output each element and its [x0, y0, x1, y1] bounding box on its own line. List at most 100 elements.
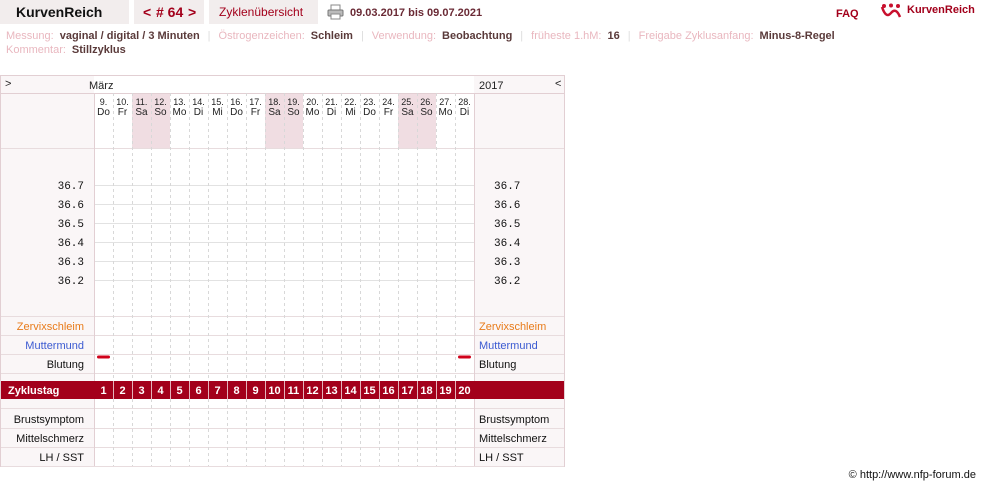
temp-label-left: 36.3: [58, 257, 84, 269]
day-weekday: Mi: [345, 107, 356, 118]
day-weekday: Mo: [306, 107, 320, 118]
separator: |: [360, 30, 364, 42]
day-date: 10.: [116, 97, 129, 107]
breast-symptom-label-left: Brustsymptom: [14, 414, 84, 426]
separator: |: [207, 30, 211, 42]
day-date: 17.: [249, 97, 262, 107]
temp-label-right: 36.3: [494, 257, 520, 269]
brand-tab: KurvenReich: [0, 0, 129, 24]
day-date: 13.: [173, 97, 186, 107]
scroll-left-button[interactable]: >: [5, 78, 11, 90]
temp-label-right: 36.6: [494, 200, 520, 212]
cycle-day-number: 3: [138, 385, 144, 397]
year-label: 2017: [479, 80, 503, 92]
mittelschmerz-label-right: Mittelschmerz: [479, 433, 547, 445]
day-date: 20.: [306, 97, 319, 107]
temp-label-right: 36.7: [494, 181, 520, 193]
cycle-nav: < # 64 >: [134, 0, 204, 24]
temp-label-left: 36.2: [58, 276, 84, 288]
day-date: 28.: [458, 97, 471, 107]
month-label: März: [89, 80, 113, 92]
comment-value: Stillzyklus: [71, 44, 126, 56]
day-date: 22.: [344, 97, 357, 107]
estrogen-value: Schleim: [310, 30, 353, 42]
faq-link[interactable]: FAQ: [836, 8, 859, 20]
day-date: 21.: [325, 97, 338, 107]
comment-line: Kommentar: Stillzyklus: [6, 44, 134, 56]
day-date: 9.: [100, 97, 108, 107]
day-weekday: Sa: [401, 107, 414, 118]
day-weekday: Mo: [173, 107, 187, 118]
cycle-day-number: 12: [306, 385, 318, 397]
day-date: 14.: [192, 97, 205, 107]
cycle-overview-tab[interactable]: Zyklenübersicht: [209, 0, 318, 24]
day-date: 11.: [136, 97, 148, 107]
temp-label-right: 36.2: [494, 276, 520, 288]
day-weekday: Mo: [439, 107, 453, 118]
cycle-chart: > März 2017 <9.Do10.Fr11.Sa12.So13.Mo14.Di1…: [0, 75, 565, 467]
cycle-day-number: 7: [214, 385, 220, 397]
day-date: 12.: [154, 97, 167, 107]
brand-title: KurvenReich: [16, 4, 103, 20]
day-weekday: So: [154, 107, 167, 118]
temp-label-left: 36.6: [58, 200, 84, 212]
day-weekday: So: [287, 107, 300, 118]
kurvenreich-logo-icon: [880, 3, 902, 18]
day-date: 26.: [420, 97, 433, 107]
release-start-value: Minus-8-Regel: [759, 30, 835, 42]
scroll-right-button[interactable]: <: [555, 78, 561, 90]
usage-value: Beobachtung: [442, 30, 513, 42]
day-weekday: Fr: [251, 107, 261, 118]
cycle-day-number: 18: [420, 385, 432, 397]
day-weekday: Mi: [212, 107, 223, 118]
usage-label: Verwendung:: [371, 30, 437, 42]
temp-label-right: 36.5: [494, 219, 520, 231]
day-date: 16.: [230, 97, 243, 107]
logo-text: KurvenReich: [907, 4, 975, 16]
temp-label-left: 36.4: [58, 238, 85, 250]
next-cycle-button[interactable]: >: [188, 4, 196, 20]
cycle-day-number: 5: [176, 385, 182, 397]
breast-symptom-label-right: Brustsymptom: [479, 414, 549, 426]
printer-icon[interactable]: [327, 4, 344, 20]
mittelschmerz-label-left: Mittelschmerz: [16, 433, 84, 445]
prev-cycle-button[interactable]: <: [143, 4, 151, 20]
copyright-footer: © http://www.nfp-forum.de: [848, 469, 976, 481]
day-date: 24.: [382, 97, 395, 107]
lh-sst-label-right: LH / SST: [479, 452, 524, 464]
os-label-left: Muttermund: [25, 340, 84, 352]
day-date: 27.: [439, 97, 452, 107]
cycle-day-label: Zyklustag: [8, 385, 59, 397]
temp-label-left: 36.7: [58, 181, 84, 193]
day-weekday: Do: [97, 107, 110, 118]
right-label-panel: [474, 76, 564, 466]
cycle-day-number: 8: [233, 385, 239, 397]
day-date: 25.: [401, 97, 414, 107]
measurement-label: Messung:: [6, 30, 54, 42]
separator: |: [520, 30, 524, 42]
cycle-day-number: 4: [157, 385, 164, 397]
day-date: 19.: [287, 97, 300, 107]
day-weekday: Do: [363, 107, 376, 118]
cycle-day-bar: [1, 381, 564, 399]
cycle-day-number: 9: [252, 385, 258, 397]
estrogen-label: Östrogenzeichen:: [218, 30, 305, 42]
day-date: 18.: [268, 97, 281, 107]
cycle-day-number: 20: [458, 385, 470, 397]
measurement-value: vaginal / digital / 3 Minuten: [59, 30, 200, 42]
day-weekday: Sa: [135, 107, 148, 118]
day-weekday: Fr: [118, 107, 128, 118]
day-weekday: Di: [460, 107, 469, 118]
bleeding-label-left: Blutung: [47, 359, 84, 371]
cycle-overview-link[interactable]: Zyklenübersicht: [219, 5, 303, 19]
cervix-label-left: Zervixschleim: [17, 321, 84, 333]
top-bar: KurvenReich < # 64 > Zyklenübersicht 09.…: [0, 0, 981, 25]
bleeding-label-right: Blutung: [479, 359, 516, 371]
cycle-day-number: 13: [325, 385, 337, 397]
temp-label-left: 36.5: [58, 219, 84, 231]
cycle-day-number: 16: [382, 385, 394, 397]
left-label-panel: [1, 76, 94, 466]
cycle-day-number: 10: [268, 385, 280, 397]
cycle-info-line: Messung: vaginal / digital / 3 Minuten | Ös…: [6, 30, 843, 42]
cycle-day-number: 2: [119, 385, 125, 397]
